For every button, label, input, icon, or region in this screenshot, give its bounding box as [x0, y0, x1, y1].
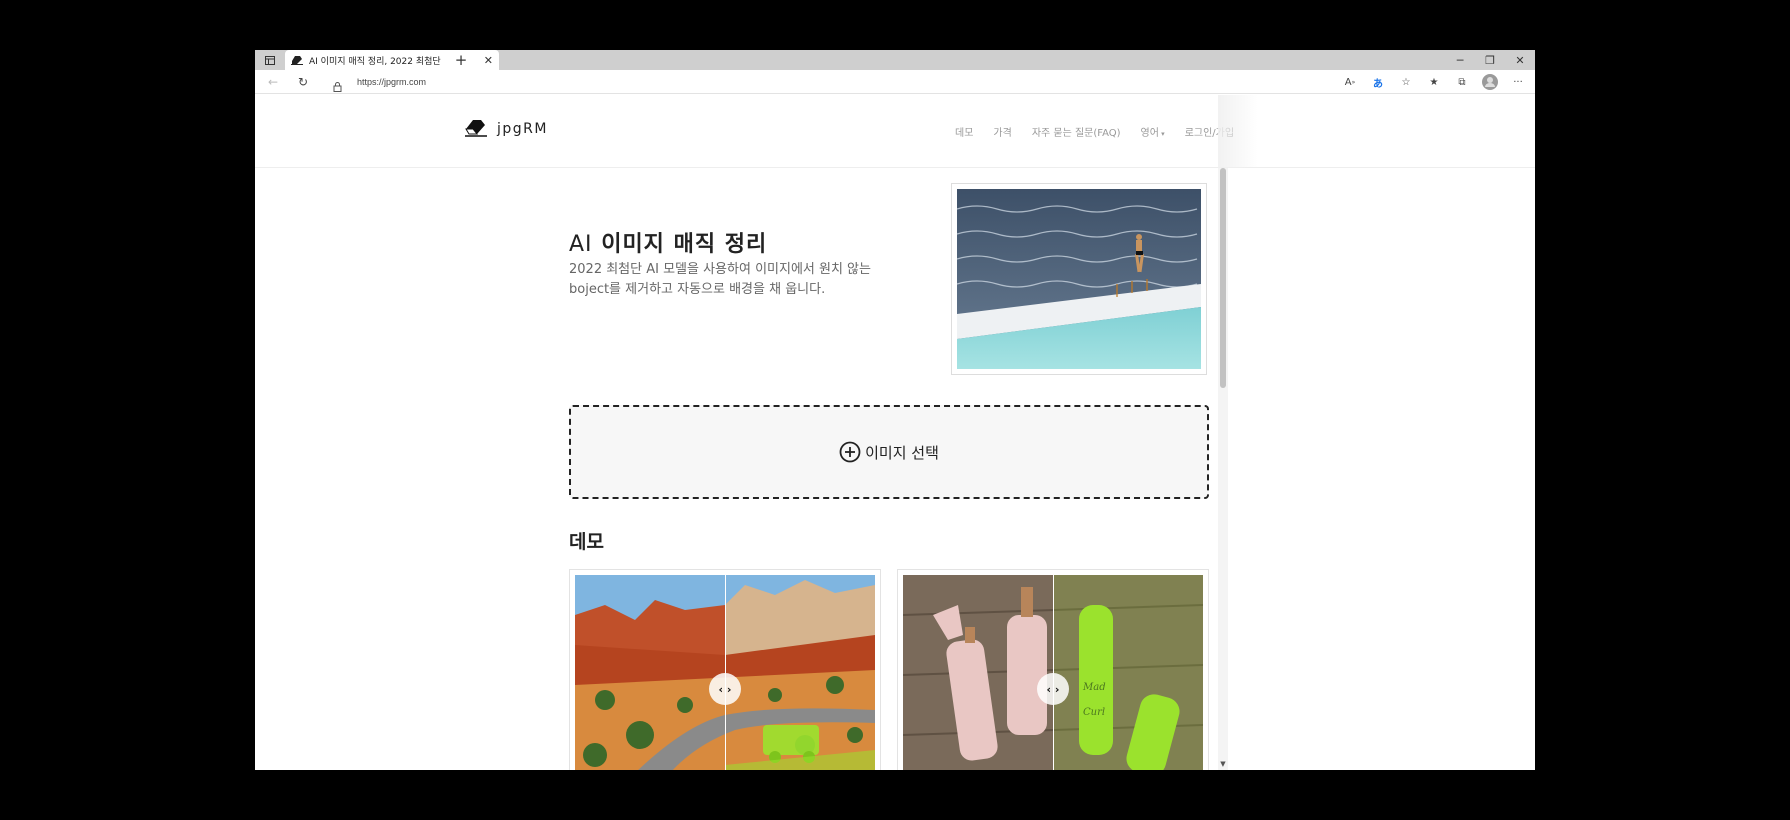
translate-icon[interactable]: あ [1369, 73, 1387, 91]
nav-menu: 데모 가격 자주 묻는 질문(FAQ) 영어 로그인/가입 [955, 124, 1254, 139]
compare-handle-icon[interactable]: ‹ › [1037, 673, 1069, 705]
tab-actions-icon[interactable] [263, 53, 277, 67]
canyon-image: ‹ › [575, 575, 875, 770]
demo-section-title: 데모 [569, 531, 604, 553]
svg-text:Mad: Mad [1082, 682, 1106, 693]
window-controls: ─ ❐ ✕ [1445, 50, 1535, 70]
close-tab-icon[interactable]: ✕ [484, 54, 493, 67]
hero-image [951, 183, 1207, 375]
refresh-icon[interactable]: ↻ [295, 74, 311, 90]
nav-item-pricing[interactable]: 가격 [993, 124, 1011, 139]
nav-item-demo[interactable]: 데모 [955, 124, 973, 139]
demo-compare-bottles[interactable]: Mad Curl ‹ › [897, 569, 1209, 770]
svg-text:Curl: Curl [1083, 707, 1105, 718]
add-favorite-icon[interactable]: ☆ [1397, 73, 1415, 91]
read-aloud-icon[interactable]: A» [1341, 73, 1359, 91]
site-navbar: jpgRM 데모 가격 자주 묻는 질문(FAQ) 영어 로그인/가입 [255, 95, 1535, 168]
collections-icon[interactable]: ⧉ [1453, 73, 1471, 91]
add-circle-icon [839, 441, 861, 463]
page-scrollbar[interactable]: ▼ [1218, 168, 1228, 770]
compare-handle-icon[interactable]: ‹ › [709, 673, 741, 705]
scrollbar-thumb[interactable] [1220, 168, 1226, 388]
eraser-icon [465, 119, 487, 139]
bottles-image: Mad Curl ‹ › [903, 575, 1203, 770]
favorites-icon[interactable]: ★ [1425, 73, 1443, 91]
scroll-down-icon[interactable]: ▼ [1219, 760, 1227, 768]
more-menu-icon[interactable]: ··· [1509, 73, 1527, 91]
scroll-shadow [1218, 95, 1258, 168]
hero-subtitle: 2022 최첨단 AI 모델을 사용하여 이미지에서 원치 않는 boject를… [569, 262, 871, 297]
hero-title-rest: 이미지 매직 정리 [592, 232, 768, 257]
minimize-icon[interactable]: ─ [1445, 50, 1475, 70]
back-icon[interactable]: ← [265, 74, 281, 90]
address-bar[interactable]: https://jpgrm.com [323, 72, 1375, 92]
brand-name: jpgRM [497, 121, 548, 137]
web-page: jpgRM 데모 가격 자주 묻는 질문(FAQ) 영어 로그인/가입 ▼ AI… [255, 95, 1535, 770]
eraser-icon [291, 54, 303, 66]
brand-logo[interactable]: jpgRM [465, 119, 548, 139]
lock-icon [333, 77, 343, 92]
browser-toolbar: ← ↻ https://jpgrm.com A» あ ☆ ★ ⧉ ··· [255, 70, 1535, 94]
demo-compare-canyon[interactable]: ‹ › [569, 569, 881, 770]
hero-title: AI 이미지 매직 정리 [569, 226, 767, 258]
nav-item-language-dropdown[interactable]: 영어 [1141, 124, 1165, 139]
restore-icon[interactable]: ❐ [1475, 50, 1505, 70]
url-text: https://jpgrm.com [357, 77, 427, 87]
close-window-icon[interactable]: ✕ [1505, 50, 1535, 70]
tab-strip: AI 이미지 매직 정리, 2022 최첨단 ✕ + ─ ❐ ✕ [255, 50, 1535, 70]
browser-window: AI 이미지 매직 정리, 2022 최첨단 ✕ + ─ ❐ ✕ ← ↻ htt… [255, 50, 1535, 770]
profile-avatar[interactable] [1481, 73, 1499, 91]
hero-title-ai: AI [569, 232, 593, 257]
upload-label: 이미지 선택 [865, 443, 939, 462]
image-upload-dropzone[interactable]: 이미지 선택 [569, 405, 1209, 499]
new-tab-icon[interactable]: + [452, 51, 470, 69]
nav-item-faq[interactable]: 자주 묻는 질문(FAQ) [1032, 124, 1121, 139]
toolbar-actions: A» あ ☆ ★ ⧉ ··· [1341, 73, 1527, 91]
